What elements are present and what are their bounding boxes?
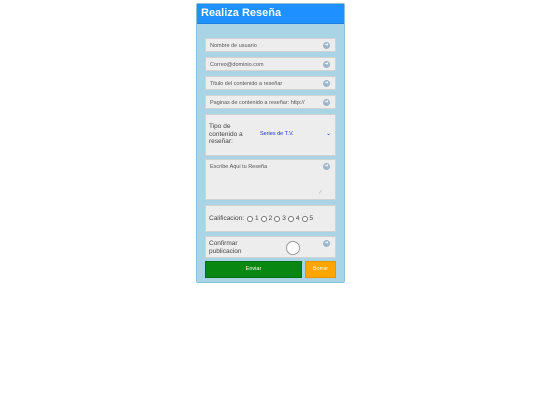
rating-option-label: 3 bbox=[282, 215, 286, 222]
username-placeholder: Nombre de usuario bbox=[210, 43, 257, 49]
rating-option-3[interactable]: 3 bbox=[274, 215, 286, 222]
rating-option-label: 2 bbox=[268, 215, 273, 222]
pages-url-placeholder: Paginas de contenido a reseñar: http:// bbox=[210, 100, 305, 106]
rating-field: Calificacion: 1 2 3 4 5 bbox=[205, 205, 336, 232]
rating-option-5[interactable]: 5 bbox=[301, 215, 314, 222]
content-title-placeholder: Titulo del contenido a reseñar bbox=[210, 81, 283, 87]
email-field[interactable]: Correo@dominio.com ➜ bbox=[205, 57, 336, 71]
username-field[interactable]: Nombre de usuario ➜ bbox=[205, 38, 336, 52]
arrow-circle-icon: ➜ bbox=[323, 80, 330, 87]
rating-label: Calificacion: bbox=[209, 215, 245, 222]
resize-grip-icon[interactable]: ⟋ bbox=[318, 190, 322, 196]
confirm-toggle[interactable] bbox=[286, 241, 300, 255]
content-title-field[interactable]: Titulo del contenido a reseñar ➜ bbox=[205, 76, 336, 90]
rating-radio-group: 1 2 3 4 5 bbox=[247, 215, 315, 222]
review-form-panel: Realiza Reseña Nombre de usuario ➜ Corre… bbox=[196, 3, 345, 283]
chevron-down-icon[interactable]: ⌄ bbox=[326, 130, 331, 137]
rating-option-label: 1 bbox=[255, 215, 259, 222]
email-placeholder: Correo@dominio.com bbox=[210, 62, 264, 68]
radio-icon[interactable] bbox=[287, 215, 294, 222]
submit-button[interactable]: Enviar bbox=[205, 261, 302, 278]
radio-icon[interactable] bbox=[301, 215, 308, 222]
confirm-label: Confirmar publicacion bbox=[209, 240, 242, 255]
pages-url-field[interactable]: Paginas de contenido a reseñar: http:// … bbox=[205, 95, 336, 109]
rating-option-2[interactable]: 2 bbox=[260, 215, 273, 222]
form-title: Realiza Reseña bbox=[201, 7, 282, 19]
radio-icon[interactable] bbox=[260, 215, 267, 222]
radio-icon[interactable] bbox=[274, 215, 281, 222]
arrow-circle-icon: ➜ bbox=[323, 42, 330, 49]
rating-option-label: 4 bbox=[295, 215, 300, 222]
arrow-circle-icon: ➜ bbox=[323, 61, 330, 68]
content-type-label: Tipo de contenido a reseñar: bbox=[209, 123, 243, 145]
arrow-circle-icon: ➜ bbox=[323, 99, 330, 106]
rating-option-4[interactable]: 4 bbox=[287, 215, 300, 222]
content-type-select[interactable]: Series de T.V. bbox=[260, 131, 294, 137]
review-textarea[interactable]: Escribe Aqui tu Reseña ➜ ⟋ bbox=[205, 159, 336, 200]
radio-icon[interactable] bbox=[247, 215, 253, 222]
review-placeholder: Escribe Aqui tu Reseña bbox=[210, 164, 268, 170]
arrow-circle-icon: ➜ bbox=[323, 163, 330, 170]
arrow-circle-icon: ➜ bbox=[323, 240, 330, 247]
content-type-field: Tipo de contenido a reseñar: Series de T… bbox=[205, 114, 336, 156]
form-header: Realiza Reseña bbox=[197, 4, 344, 24]
reset-button[interactable]: Borrar bbox=[305, 261, 336, 278]
confirm-field: Confirmar publicacion ➜ bbox=[205, 236, 336, 258]
rating-option-label: 5 bbox=[309, 215, 314, 222]
rating-option-1[interactable]: 1 bbox=[247, 215, 259, 222]
